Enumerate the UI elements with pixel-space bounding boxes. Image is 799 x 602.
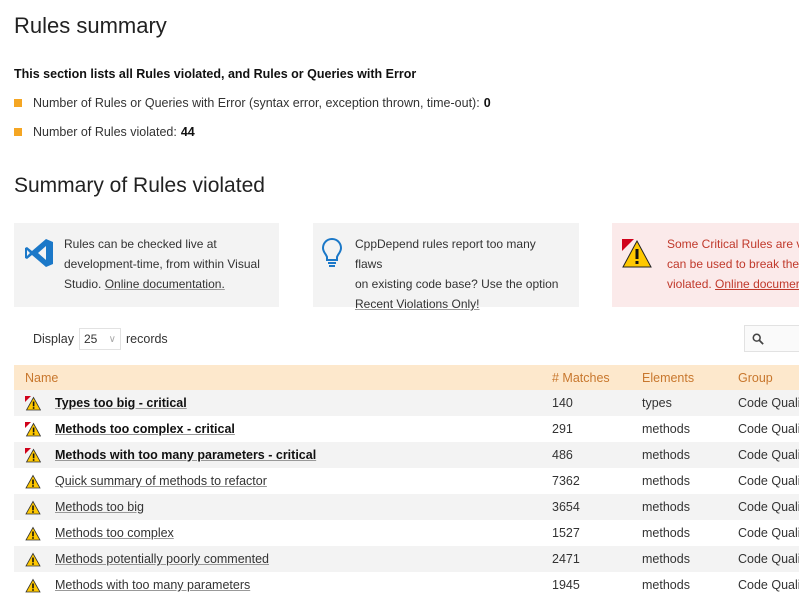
critical-warning-icon <box>25 421 41 436</box>
table-row[interactable]: Methods too complex 1527 methods Code Quali <box>14 520 799 546</box>
column-header-matches[interactable]: # Matches <box>552 365 642 390</box>
cell-elements: methods <box>642 546 738 572</box>
cell-elements: types <box>642 390 738 416</box>
cell-name: Quick summary of methods to refactor <box>14 468 552 494</box>
bullet-square-icon <box>14 99 22 107</box>
cell-matches: 2471 <box>552 546 642 572</box>
cell-group: Code Quali <box>738 494 799 520</box>
cell-matches: 291 <box>552 422 573 436</box>
cell-matches: 7362 <box>552 474 580 488</box>
warning-icon <box>25 552 41 566</box>
cell-group: Code Quali <box>738 390 799 416</box>
table-row[interactable]: Types too big - critical 140 types Code Qua… <box>14 390 799 416</box>
table-search-input[interactable] <box>744 325 799 352</box>
cell-elements: methods <box>642 526 690 540</box>
rule-name-link[interactable]: Methods potentially poorly commented <box>55 552 269 566</box>
critical-warning-icon <box>25 395 41 410</box>
rule-name-link[interactable]: Methods with too many parameters <box>55 578 250 592</box>
info-card-critical-rules: Some Critical Rules are v can be used to… <box>612 223 799 307</box>
cell-group: Code Quali <box>738 578 799 592</box>
column-header-group[interactable]: Group <box>738 365 799 390</box>
cell-group: Code Quali <box>738 422 799 436</box>
rule-name-link[interactable]: Methods too complex - critical <box>55 422 235 436</box>
card-text: CppDepend rules report too many flaws on… <box>355 237 559 311</box>
table-row[interactable]: Quick summary of methods to refactor 7362… <box>14 468 799 494</box>
bullet-errors: Number of Rules or Queries with Error (s… <box>14 96 491 110</box>
column-header-name[interactable]: Name <box>14 365 552 390</box>
card-text: Some Critical Rules are v can be used to… <box>667 237 799 291</box>
cell-name: Methods too complex - critical <box>14 416 552 442</box>
rule-name-link[interactable]: Quick summary of methods to refactor <box>55 474 267 488</box>
cell-matches: 3654 <box>552 494 642 520</box>
cell-name: Methods with too many parameters <box>14 572 552 598</box>
bullet-label: Number of Rules violated: <box>33 125 177 139</box>
table-row[interactable]: Methods potentially poorly commented 2471… <box>14 546 799 572</box>
warning-icon <box>25 578 41 592</box>
rules-table: Name # Matches Elements Group Types too … <box>14 365 799 598</box>
warning-icon <box>25 526 41 540</box>
cell-elements: methods <box>642 494 738 520</box>
bullet-value: 44 <box>180 125 195 139</box>
rule-name-link[interactable]: Methods too complex <box>55 526 174 540</box>
rule-name-link[interactable]: Types too big - critical <box>55 396 187 410</box>
rule-name-link[interactable]: Methods too big <box>55 500 144 514</box>
page-size-control: Display 25 ∨ records <box>33 328 168 350</box>
cell-matches: 486 <box>552 442 642 468</box>
chevron-down-icon: ∨ <box>108 333 116 345</box>
table-row[interactable]: Methods with too many parameters - criti… <box>14 442 799 468</box>
card-text: Rules can be checked live at development… <box>64 237 260 291</box>
cell-elements: methods <box>642 474 690 488</box>
info-card-visual-studio: Rules can be checked live at development… <box>14 223 279 307</box>
critical-warning-icon <box>622 239 652 268</box>
bullet-value: 0 <box>483 96 491 110</box>
records-label: records <box>126 332 168 346</box>
column-header-elements[interactable]: Elements <box>642 365 738 390</box>
cell-name: Methods too big <box>14 494 552 520</box>
table-row[interactable]: Methods with too many parameters 1945 meth… <box>14 572 799 598</box>
rule-name-link[interactable]: Methods with too many parameters - criti… <box>55 448 316 462</box>
warning-icon <box>25 500 41 514</box>
bullet-violated: Number of Rules violated: 44 <box>14 125 195 139</box>
display-label: Display <box>33 332 74 346</box>
visual-studio-icon <box>25 239 53 267</box>
cell-name: Types too big - critical <box>14 390 552 416</box>
table-row[interactable]: Methods too complex - critical 291 methods… <box>14 416 799 442</box>
cell-group: Code Quali <box>738 546 799 572</box>
cell-matches: 1945 <box>552 578 580 592</box>
search-icon <box>752 333 764 345</box>
page-title: Rules summary <box>14 13 167 38</box>
bullet-square-icon <box>14 128 22 136</box>
cell-group: Code Quali <box>738 442 799 468</box>
section-title: Summary of Rules violated <box>14 174 265 197</box>
cell-group: Code Quali <box>738 474 799 488</box>
critical-warning-icon <box>25 447 41 462</box>
cell-matches: 140 <box>552 390 642 416</box>
page-size-select[interactable]: 25 ∨ <box>79 328 121 350</box>
cell-matches: 1527 <box>552 526 580 540</box>
online-documentation-link[interactable]: Online documer <box>715 277 799 291</box>
lightbulb-icon <box>321 237 343 267</box>
cell-elements: methods <box>642 422 690 436</box>
table-row[interactable]: Methods too big 3654 methods Code Quali <box>14 494 799 520</box>
cell-name: Methods with too many parameters - criti… <box>14 442 552 468</box>
table-header-row: Name # Matches Elements Group <box>14 365 799 390</box>
cell-name: Methods too complex <box>14 520 552 546</box>
cell-elements: methods <box>642 578 690 592</box>
cell-name: Methods potentially poorly commented <box>14 546 552 572</box>
online-documentation-link[interactable]: Online documentation. <box>105 277 225 291</box>
intro-text: This section lists all Rules violated, a… <box>14 67 417 81</box>
cell-elements: methods <box>642 442 738 468</box>
bullet-label: Number of Rules or Queries with Error (s… <box>33 96 480 110</box>
cell-group: Code Quali <box>738 526 799 540</box>
recent-violations-link[interactable]: Recent Violations Only! <box>355 297 480 311</box>
warning-icon <box>25 474 41 488</box>
info-card-recent-violations: CppDepend rules report too many flaws on… <box>313 223 579 311</box>
